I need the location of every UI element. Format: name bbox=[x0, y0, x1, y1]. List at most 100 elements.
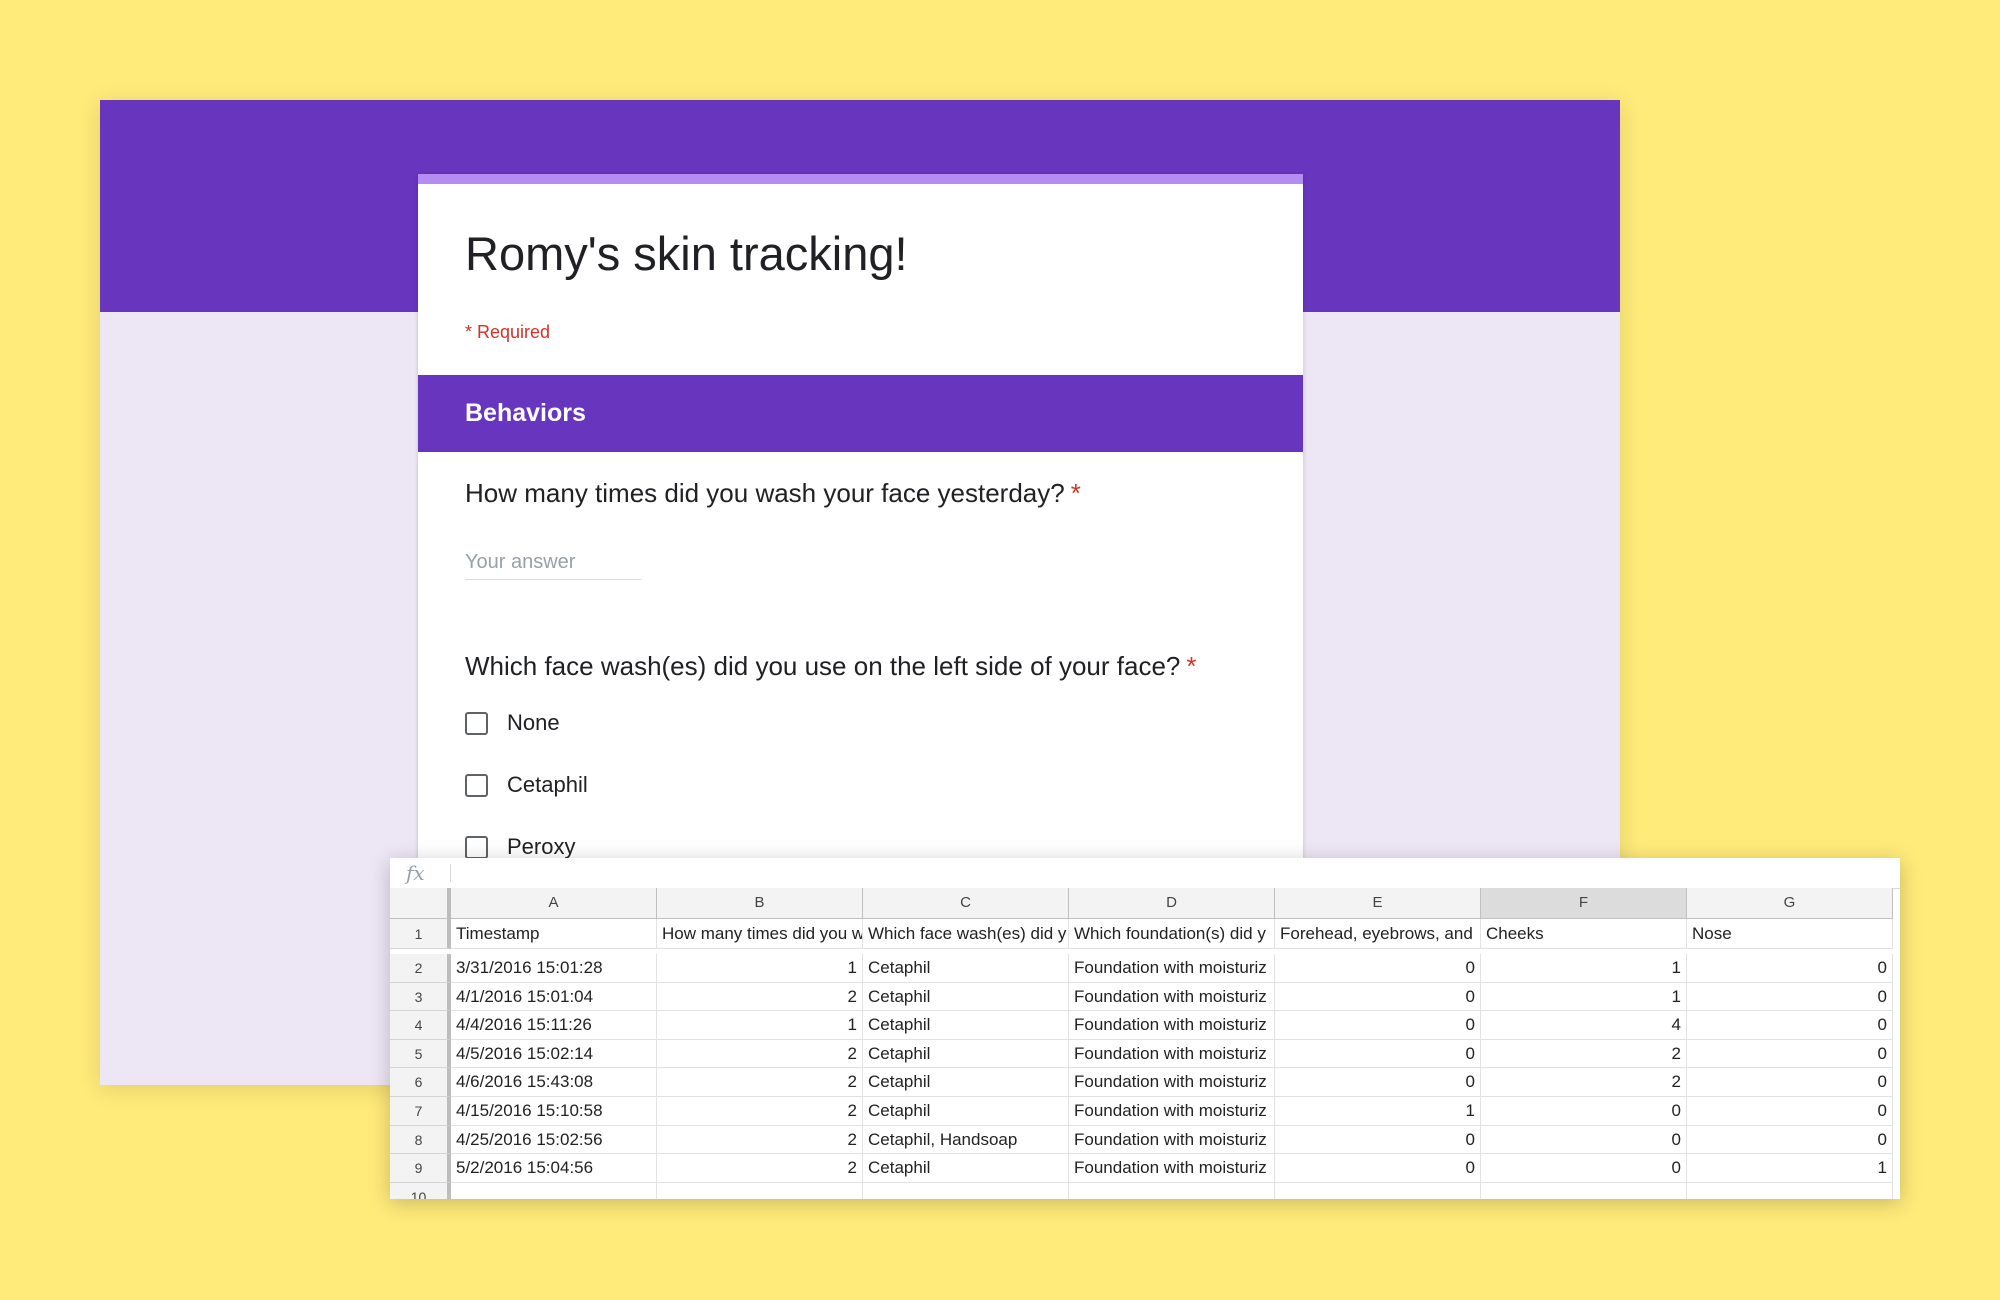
row-header-5[interactable]: 5 bbox=[390, 1039, 451, 1069]
table-cell[interactable]: 0 bbox=[1687, 982, 1893, 1012]
table-cell[interactable]: Cetaphil bbox=[863, 1097, 1069, 1126]
table-cell[interactable]: 0 bbox=[1275, 1068, 1481, 1097]
table-cell[interactable]: 1 bbox=[1275, 1097, 1481, 1126]
column-header-e[interactable]: E bbox=[1275, 888, 1481, 919]
row-header-1[interactable]: 1 bbox=[390, 919, 451, 949]
table-cell[interactable]: 2 bbox=[657, 982, 863, 1012]
table-cell[interactable]: Foundation with moisturiz bbox=[1069, 1068, 1275, 1097]
header-cell[interactable]: Which face wash(es) did y bbox=[863, 919, 1069, 949]
table-cell[interactable] bbox=[1275, 1182, 1481, 1199]
table-cell[interactable]: Cetaphil bbox=[863, 1068, 1069, 1097]
column-header-b[interactable]: B bbox=[657, 888, 863, 919]
table-cell[interactable]: 1 bbox=[1481, 982, 1687, 1012]
row-header-7[interactable]: 7 bbox=[390, 1097, 451, 1126]
table-cell[interactable]: Cetaphil bbox=[863, 1154, 1069, 1183]
table-cell[interactable]: 5/2/2016 15:04:56 bbox=[451, 1154, 657, 1183]
column-header-c[interactable]: C bbox=[863, 888, 1069, 919]
table-cell[interactable]: 0 bbox=[1275, 1011, 1481, 1040]
table-cell[interactable]: 0 bbox=[1481, 1125, 1687, 1155]
header-cell[interactable]: Timestamp bbox=[451, 919, 657, 949]
row-header-8[interactable]: 8 bbox=[390, 1125, 451, 1155]
table-cell[interactable] bbox=[657, 1182, 863, 1199]
required-star: * bbox=[1186, 651, 1197, 681]
table-cell[interactable]: Cetaphil bbox=[863, 954, 1069, 983]
table-cell[interactable]: 0 bbox=[1687, 1039, 1893, 1069]
formula-bar-divider bbox=[450, 864, 451, 882]
header-cell[interactable]: Nose bbox=[1687, 919, 1893, 949]
table-cell[interactable]: 0 bbox=[1687, 1068, 1893, 1097]
table-cell[interactable]: Cetaphil, Handsoap bbox=[863, 1125, 1069, 1155]
header-cell[interactable]: Which foundation(s) did y bbox=[1069, 919, 1275, 949]
table-cell[interactable]: 2 bbox=[657, 1097, 863, 1126]
header-cell[interactable]: Forehead, eyebrows, and bbox=[1275, 919, 1481, 949]
column-header-a[interactable]: A bbox=[451, 888, 657, 919]
table-cell[interactable] bbox=[1481, 1182, 1687, 1199]
table-cell[interactable]: 1 bbox=[657, 1011, 863, 1040]
table-cell[interactable]: Foundation with moisturiz bbox=[1069, 1154, 1275, 1183]
row-header-2[interactable]: 2 bbox=[390, 954, 451, 983]
table-cell[interactable]: 4/5/2016 15:02:14 bbox=[451, 1039, 657, 1069]
row-header-6[interactable]: 6 bbox=[390, 1068, 451, 1097]
table-cell[interactable]: 4/4/2016 15:11:26 bbox=[451, 1011, 657, 1040]
table-cell[interactable]: 0 bbox=[1687, 1125, 1893, 1155]
table-cell[interactable]: Cetaphil bbox=[863, 1011, 1069, 1040]
table-cell[interactable]: 0 bbox=[1687, 954, 1893, 983]
header-cell[interactable]: How many times did you w bbox=[657, 919, 863, 949]
table-cell[interactable] bbox=[1069, 1182, 1275, 1199]
table-cell[interactable]: 0 bbox=[1275, 1039, 1481, 1069]
table-cell[interactable]: 0 bbox=[1275, 1154, 1481, 1183]
table-cell[interactable]: 0 bbox=[1481, 1154, 1687, 1183]
table-cell[interactable]: 4/1/2016 15:01:04 bbox=[451, 982, 657, 1012]
table-cell[interactable]: Foundation with moisturiz bbox=[1069, 982, 1275, 1012]
formula-bar[interactable]: fx bbox=[390, 858, 1900, 889]
table-cell[interactable]: 0 bbox=[1275, 1125, 1481, 1155]
checkbox[interactable] bbox=[465, 773, 488, 797]
table-cell[interactable]: Foundation with moisturiz bbox=[1069, 1097, 1275, 1126]
table-cell[interactable]: 4 bbox=[1481, 1011, 1687, 1040]
table-cell[interactable]: 2 bbox=[1481, 1068, 1687, 1097]
checkbox[interactable] bbox=[465, 711, 488, 735]
table-cell[interactable]: Foundation with moisturiz bbox=[1069, 1011, 1275, 1040]
table-cell[interactable]: 2 bbox=[1481, 1039, 1687, 1069]
row-header-10[interactable]: 10 bbox=[390, 1182, 451, 1199]
table-cell[interactable]: 2 bbox=[657, 1068, 863, 1097]
table-cell[interactable]: 4/15/2016 15:10:58 bbox=[451, 1097, 657, 1126]
table-cell[interactable]: 3/31/2016 15:01:28 bbox=[451, 954, 657, 983]
table-cell[interactable]: Foundation with moisturiz bbox=[1069, 1039, 1275, 1069]
table-cell[interactable]: 1 bbox=[1687, 1154, 1893, 1183]
table-cell[interactable]: 0 bbox=[1687, 1097, 1893, 1126]
fx-icon: fx bbox=[406, 861, 425, 885]
table-cell[interactable]: 2 bbox=[657, 1154, 863, 1183]
table-cell[interactable]: 1 bbox=[1481, 954, 1687, 983]
table-cell[interactable]: 0 bbox=[1275, 982, 1481, 1012]
row-header-4[interactable]: 4 bbox=[390, 1011, 451, 1040]
table-cell[interactable]: Foundation with moisturiz bbox=[1069, 1125, 1275, 1155]
question-left-face-wash: Which face wash(es) did you use on the l… bbox=[465, 651, 1197, 682]
table-cell[interactable]: Cetaphil bbox=[863, 982, 1069, 1012]
table-cell[interactable]: 4/25/2016 15:02:56 bbox=[451, 1125, 657, 1155]
table-cell[interactable]: Cetaphil bbox=[863, 1039, 1069, 1069]
wash-count-answer-input[interactable] bbox=[465, 545, 641, 580]
column-header-g[interactable]: G bbox=[1687, 888, 1893, 919]
select-all-corner[interactable] bbox=[390, 888, 451, 919]
table-cell[interactable]: 0 bbox=[1481, 1097, 1687, 1126]
checkbox[interactable] bbox=[465, 835, 488, 859]
table-cell[interactable] bbox=[451, 1182, 657, 1199]
option-none[interactable]: None bbox=[465, 708, 560, 738]
table-cell[interactable]: 0 bbox=[1275, 954, 1481, 983]
table-cell[interactable]: 2 bbox=[657, 1125, 863, 1155]
table-cell[interactable]: 2 bbox=[657, 1039, 863, 1069]
header-cell[interactable]: Cheeks bbox=[1481, 919, 1687, 949]
section-title: Behaviors bbox=[465, 399, 586, 427]
row-header-3[interactable]: 3 bbox=[390, 982, 451, 1012]
table-cell[interactable]: 4/6/2016 15:43:08 bbox=[451, 1068, 657, 1097]
table-cell[interactable]: Foundation with moisturiz bbox=[1069, 954, 1275, 983]
option-cetaphil[interactable]: Cetaphil bbox=[465, 770, 588, 800]
column-header-f[interactable]: F bbox=[1481, 888, 1687, 919]
row-header-9[interactable]: 9 bbox=[390, 1154, 451, 1183]
table-cell[interactable]: 0 bbox=[1687, 1011, 1893, 1040]
column-header-d[interactable]: D bbox=[1069, 888, 1275, 919]
table-cell[interactable] bbox=[863, 1182, 1069, 1199]
table-cell[interactable]: 1 bbox=[657, 954, 863, 983]
table-cell[interactable] bbox=[1687, 1182, 1893, 1199]
